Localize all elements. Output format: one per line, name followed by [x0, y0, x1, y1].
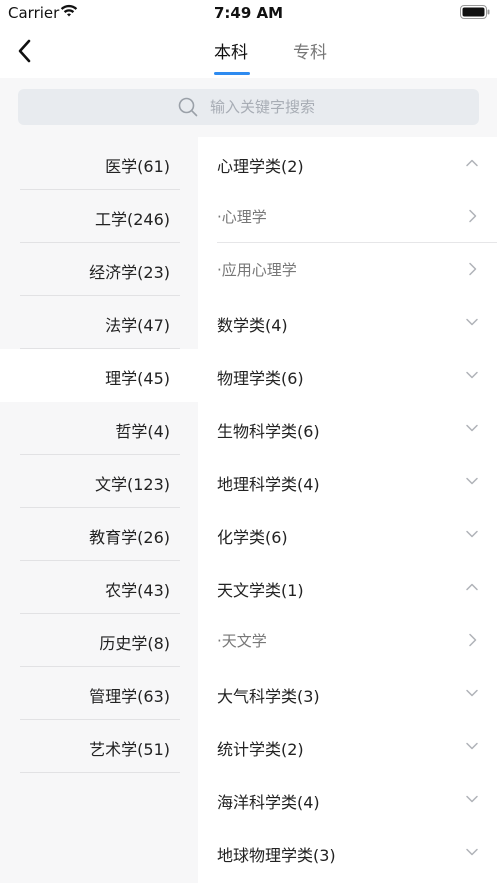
list-item[interactable]: 地理科学类(4) [198, 455, 497, 508]
list-item-label: ·应用心理学 [217, 261, 297, 279]
sidebar-item-medicine[interactable]: 医学(61) [0, 137, 198, 190]
sidebar-item-label: 艺术学(51) [89, 740, 170, 759]
list-item[interactable]: 心理学类(2) [198, 137, 497, 190]
sidebar-item-label: 教育学(26) [89, 528, 170, 547]
active-tab-indicator [214, 72, 250, 75]
list-item[interactable]: 天文学类(1) [198, 561, 497, 614]
search-bar[interactable] [18, 89, 479, 125]
category-sidebar: 医学(61) 工学(246) 经济学(23) 法学(47) 理学(45) 哲学(… [0, 137, 198, 883]
list-item-label: 数学类(4) [217, 316, 288, 335]
subject-list: 心理学类(2) ·心理学 ·应用心理学 数学类(4) 物理学类(6) 生物科学类… [198, 137, 497, 883]
list-item[interactable]: 数学类(4) [198, 296, 497, 349]
sidebar-item-law[interactable]: 法学(47) [0, 296, 198, 349]
sidebar-item-engineering[interactable]: 工学(246) [0, 190, 198, 243]
list-item-label: ·天文学 [217, 632, 267, 650]
search-icon [178, 97, 198, 117]
list-item-label: 地球物理学类(3) [217, 846, 336, 865]
chevron-down-icon [466, 371, 478, 379]
sidebar-item-label: 哲学(4) [115, 422, 170, 441]
list-item-label: 统计学类(2) [217, 740, 304, 759]
search-area [0, 78, 497, 137]
chevron-up-icon [466, 583, 478, 591]
list-item-label: 大气科学类(3) [217, 687, 320, 706]
clock: 7:49 AM [213, 4, 284, 22]
sidebar-item-agriculture[interactable]: 农学(43) [0, 561, 198, 614]
search-input[interactable] [210, 89, 460, 125]
list-item[interactable]: 大气科学类(3) [198, 667, 497, 720]
nav-bar: 本科 专科 [0, 26, 497, 78]
list-item[interactable]: 化学类(6) [198, 508, 497, 561]
list-item-label: 地理科学类(4) [217, 475, 320, 494]
list-item-label: 生物科学类(6) [217, 422, 320, 441]
chevron-down-icon [466, 795, 478, 803]
sidebar-item-label: 经济学(23) [89, 263, 170, 282]
divider [20, 772, 180, 773]
status-bar: Carrier 7:49 AM [0, 0, 497, 26]
list-item[interactable]: 生物科学类(6) [198, 402, 497, 455]
list-item-label: 化学类(6) [217, 528, 288, 547]
sidebar-item-label: 法学(47) [105, 316, 170, 335]
sidebar-item-science[interactable]: 理学(45) [0, 349, 198, 402]
sidebar-item-education[interactable]: 教育学(26) [0, 508, 198, 561]
chevron-left-icon [18, 39, 31, 63]
sidebar-item-history[interactable]: 历史学(8) [0, 614, 198, 667]
chevron-right-icon [469, 633, 477, 647]
chevron-down-icon [466, 742, 478, 750]
list-item-label: 心理学类(2) [217, 157, 304, 176]
list-item[interactable]: 统计学类(2) [198, 720, 497, 773]
tab-junior-college[interactable]: 专科 [293, 38, 327, 63]
sidebar-item-label: 农学(43) [105, 581, 170, 600]
sidebar-item-label: 工学(246) [94, 210, 170, 229]
tab-undergraduate[interactable]: 本科 [214, 38, 248, 63]
back-button[interactable] [10, 36, 38, 66]
chevron-right-icon [469, 262, 477, 276]
list-item[interactable]: ·应用心理学 [198, 243, 497, 296]
chevron-up-icon [466, 159, 478, 167]
sidebar-item-literature[interactable]: 文学(123) [0, 455, 198, 508]
sidebar-item-philosophy[interactable]: 哲学(4) [0, 402, 198, 455]
sidebar-item-label: 医学(61) [105, 157, 170, 176]
chevron-down-icon [466, 848, 478, 856]
list-item-label: 天文学类(1) [217, 581, 304, 600]
sidebar-item-management[interactable]: 管理学(63) [0, 667, 198, 720]
list-item[interactable]: 物理学类(6) [198, 349, 497, 402]
chevron-down-icon [466, 424, 478, 432]
list-item-label: 海洋科学类(4) [217, 793, 320, 812]
list-item[interactable]: ·天文学 [198, 614, 497, 667]
list-item[interactable]: ·心理学 [198, 190, 497, 243]
sidebar-item-label: 理学(45) [105, 369, 170, 388]
chevron-down-icon [466, 530, 478, 538]
chevron-right-icon [469, 209, 477, 223]
list-item-label: ·心理学 [217, 208, 267, 226]
list-item[interactable]: 地球物理学类(3) [198, 826, 497, 879]
chevron-down-icon [466, 318, 478, 326]
list-item[interactable]: 海洋科学类(4) [198, 773, 497, 826]
battery-icon [460, 5, 490, 19]
sidebar-item-art[interactable]: 艺术学(51) [0, 720, 198, 773]
chevron-down-icon [466, 689, 478, 697]
list-item-label: 物理学类(6) [217, 369, 304, 388]
sidebar-item-label: 管理学(63) [89, 687, 170, 706]
chevron-down-icon [466, 477, 478, 485]
sidebar-item-label: 历史学(8) [99, 634, 170, 653]
sidebar-item-economics[interactable]: 经济学(23) [0, 243, 198, 296]
sidebar-item-label: 文学(123) [94, 475, 170, 494]
